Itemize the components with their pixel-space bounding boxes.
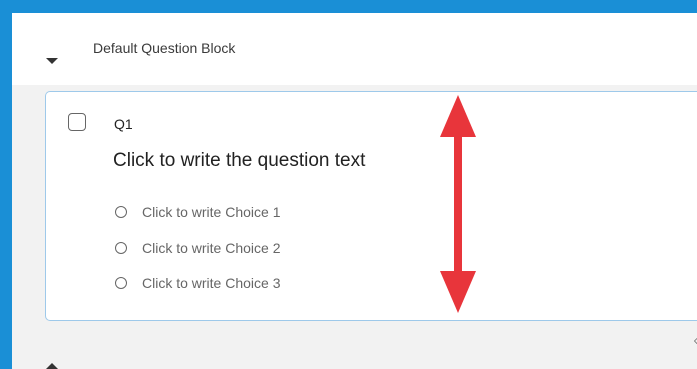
choice-label[interactable]: Click to write Choice 3 <box>142 275 281 291</box>
choice-label[interactable]: Click to write Choice 1 <box>142 204 281 220</box>
choice-label[interactable]: Click to write Choice 2 <box>142 240 281 256</box>
radio-button[interactable] <box>115 242 127 254</box>
question-id: Q1 <box>114 116 133 132</box>
block-title[interactable]: Default Question Block <box>93 40 235 56</box>
question-text[interactable]: Click to write the question text <box>113 150 365 172</box>
radio-button[interactable] <box>115 277 127 289</box>
vertical-double-arrow-icon <box>440 95 476 313</box>
question-card[interactable]: Q1 Click to write the question text Clic… <box>45 91 697 321</box>
block-header[interactable]: Default Question Block <box>12 13 697 85</box>
survey-editor-canvas: Default Question Block Q1 Click to write… <box>12 13 697 369</box>
chevron-up-icon[interactable] <box>46 363 58 369</box>
question-select-checkbox[interactable] <box>68 113 86 131</box>
chevron-down-icon[interactable] <box>46 58 58 64</box>
radio-button[interactable] <box>115 206 127 218</box>
